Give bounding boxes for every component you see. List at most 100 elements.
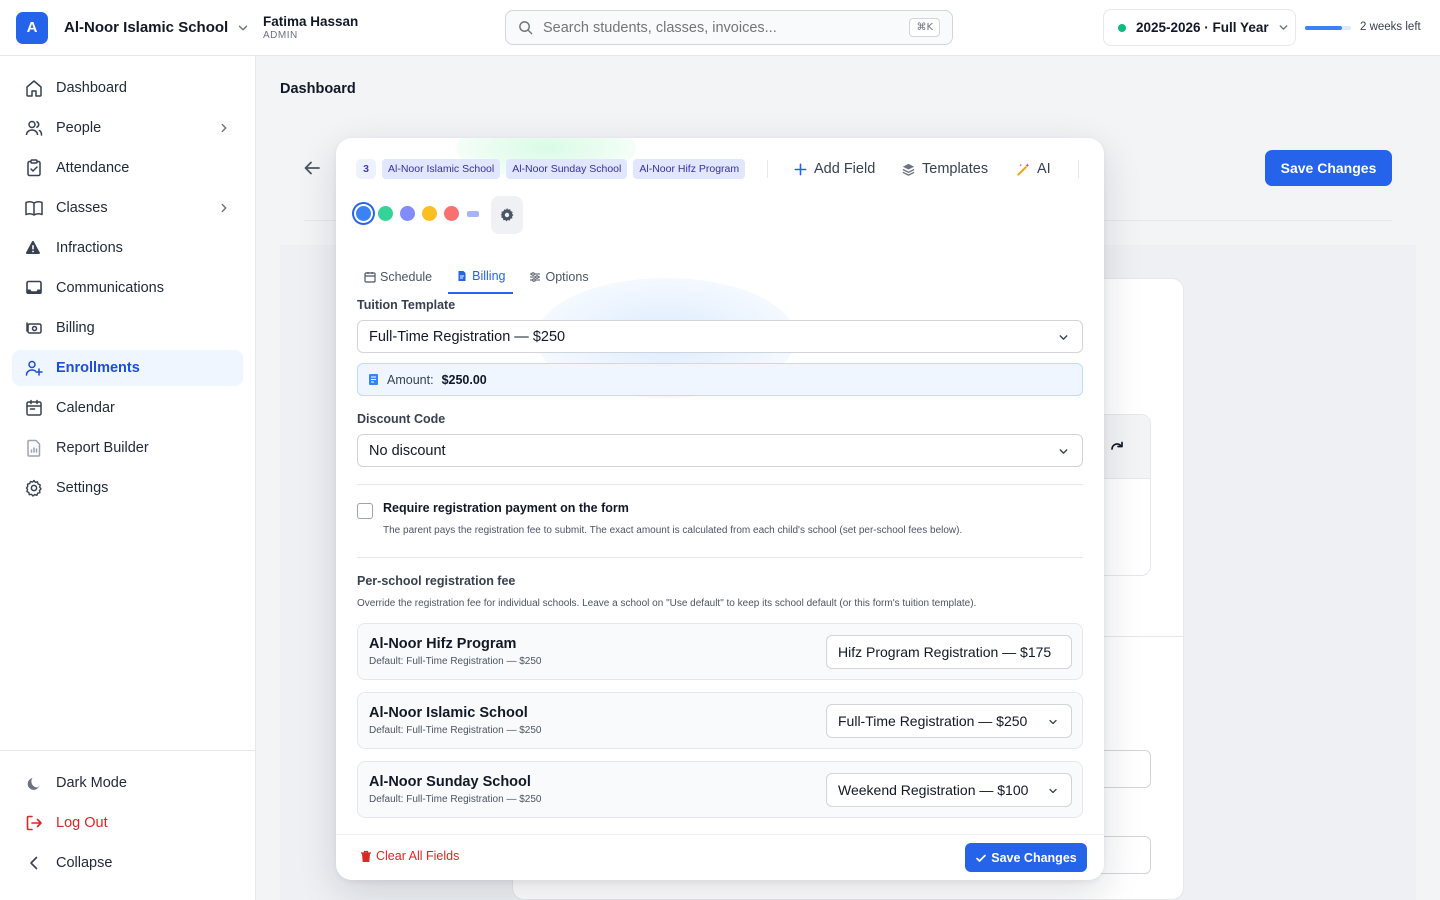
section-divider — [357, 484, 1083, 485]
collapse-sidebar-button[interactable]: Collapse — [12, 845, 243, 881]
back-arrow-icon[interactable] — [302, 158, 322, 178]
color-swatch-green[interactable] — [378, 206, 393, 221]
school-fee-select[interactable]: Full-Time Registration — $250 — [826, 704, 1072, 738]
per-school-fee-title: Per-school registration fee — [357, 574, 516, 588]
selected-schools: 3 Al-Noor Islamic School Al-Noor Sunday … — [356, 159, 746, 179]
school-fee-row: Al-Noor Sunday School Default: Full-Time… — [357, 761, 1083, 818]
school-fee-value: Hifz Program Registration — $175 — [838, 644, 1052, 660]
collapse-label: Collapse — [56, 855, 113, 871]
search-shortcut: ⌘K — [909, 18, 940, 37]
panel-settings-button[interactable] — [491, 196, 523, 234]
sidebar-item-calendar[interactable]: Calendar — [12, 390, 243, 426]
school-tag[interactable]: Al-Noor Islamic School — [382, 159, 501, 179]
sidebar-nav: Dashboard People Attendance Classes Infr… — [0, 56, 255, 506]
sidebar-item-classes[interactable]: Classes — [12, 190, 243, 226]
color-palette — [356, 206, 479, 221]
clipboard-check-icon — [27, 159, 41, 177]
sidebar-item-dashboard[interactable]: Dashboard — [12, 70, 243, 106]
require-payment-title: Require registration payment on the form — [383, 501, 629, 515]
user-info[interactable]: Fatima Hassan ADMIN — [263, 14, 358, 41]
home-icon — [26, 80, 42, 97]
sidebar-item-label: Enrollments — [56, 360, 140, 376]
dark-mode-toggle[interactable]: Dark Mode — [12, 765, 243, 801]
tab-schedule-label: Schedule — [380, 270, 433, 284]
ai-button[interactable]: AI — [1016, 159, 1051, 179]
form-settings-panel: 3 Al-Noor Islamic School Al-Noor Sunday … — [336, 138, 1104, 880]
school-tag[interactable]: Al-Noor Sunday School — [506, 159, 628, 179]
school-tag[interactable]: Al-Noor Hifz Program — [633, 159, 746, 179]
add-field-label: Add Field — [814, 161, 876, 177]
color-swatch-indigo[interactable] — [400, 206, 415, 221]
chevron-down-icon — [1049, 788, 1057, 794]
school-fee-default: Default: Full-Time Registration — $250 — [369, 656, 542, 667]
save-changes-button[interactable]: Save Changes — [1265, 150, 1392, 186]
color-swatch-red[interactable] — [444, 206, 459, 221]
add-field-button[interactable]: Add Field — [793, 159, 875, 179]
sidebar-item-label: Infractions — [56, 240, 123, 256]
sliders-icon — [530, 272, 541, 282]
require-payment-checkbox[interactable] — [357, 503, 373, 519]
search-input[interactable] — [543, 19, 903, 36]
magic-wand-icon — [1017, 162, 1030, 176]
year-status-dot — [1118, 23, 1126, 32]
sidebar-item-enrollments[interactable]: Enrollments — [12, 350, 243, 386]
top-bar: A Al-Noor Islamic School Fatima Hassan A… — [0, 0, 1440, 56]
school-logo: A — [16, 11, 48, 44]
panel-tabs: Schedule Billing Options — [356, 260, 1084, 294]
sidebar-item-people[interactable]: People — [12, 110, 243, 146]
file-chart-icon — [27, 439, 41, 457]
school-switcher[interactable]: A Al-Noor Islamic School — [0, 11, 255, 44]
require-payment-description: The parent pays the registration fee to … — [383, 525, 963, 536]
panel-save-changes-button[interactable]: Save Changes — [965, 843, 1087, 872]
school-fee-name: Al-Noor Sunday School — [369, 774, 531, 790]
clear-all-fields-button[interactable]: Clear All Fields — [360, 849, 459, 863]
sidebar-item-label: Dashboard — [56, 80, 127, 96]
check-icon — [976, 854, 987, 862]
color-swatch-blue[interactable] — [356, 206, 371, 221]
academic-year-selector[interactable]: 2025-2026 · Full Year — [1103, 9, 1296, 46]
chevron-down-icon — [1059, 335, 1068, 340]
tab-billing[interactable]: Billing — [448, 260, 514, 294]
tab-schedule[interactable]: Schedule — [356, 260, 440, 294]
sidebar-item-communications[interactable]: Communications — [12, 270, 243, 306]
school-fee-default: Default: Full-Time Registration — $250 — [369, 794, 542, 805]
user-role: ADMIN — [263, 30, 298, 41]
layers-icon — [902, 163, 915, 176]
sidebar-item-label: Communications — [56, 280, 164, 296]
color-swatch-custom[interactable] — [467, 210, 479, 217]
chevron-right-icon — [221, 123, 227, 133]
user-name: Fatima Hassan — [263, 14, 359, 29]
year-progress-fill — [1305, 26, 1342, 30]
invoice-icon — [458, 271, 466, 281]
chevron-right-icon — [221, 203, 227, 213]
school-fee-row: Al-Noor Islamic School Default: Full-Tim… — [357, 692, 1083, 749]
sidebar-item-label: Billing — [56, 320, 95, 336]
sidebar-item-attendance[interactable]: Attendance — [12, 150, 243, 186]
school-fee-select[interactable]: Hifz Program Registration — $175 — [826, 635, 1072, 669]
year-remaining: 2 weeks left — [1360, 21, 1421, 33]
sidebar-item-report-builder[interactable]: Report Builder — [12, 430, 243, 466]
sidebar-item-billing[interactable]: Billing — [12, 310, 243, 346]
calendar-icon — [364, 272, 376, 283]
redo-icon[interactable] — [1109, 439, 1125, 455]
discount-code-select[interactable]: No discount — [357, 434, 1083, 467]
tuition-template-select[interactable]: Full-Time Registration — $250 — [357, 320, 1083, 353]
tab-options[interactable]: Options — [521, 260, 596, 294]
templates-button[interactable]: Templates — [901, 159, 988, 179]
sidebar-item-infractions[interactable]: Infractions — [12, 230, 243, 266]
sidebar-item-settings[interactable]: Settings — [12, 470, 243, 506]
panel-footer: Clear All Fields Save Changes — [336, 834, 1104, 880]
preview-divider — [1100, 636, 1183, 637]
discount-code-label: Discount Code — [357, 412, 446, 426]
school-fee-row: Al-Noor Hifz Program Default: Full-Time … — [357, 623, 1083, 680]
global-search[interactable]: ⌘K — [505, 10, 953, 45]
school-fee-select[interactable]: Weekend Registration — $100 — [826, 773, 1072, 807]
color-swatch-amber[interactable] — [422, 206, 437, 221]
panel-save-label: Save Changes — [991, 850, 1077, 865]
clear-all-fields-label: Clear All Fields — [376, 849, 460, 863]
chevron-down-icon — [1049, 719, 1057, 725]
school-fee-value: Weekend Registration — $100 — [838, 782, 1029, 798]
log-out-icon — [26, 815, 42, 831]
school-fee-name: Al-Noor Islamic School — [369, 705, 528, 721]
log-out-button[interactable]: Log Out — [12, 805, 243, 841]
